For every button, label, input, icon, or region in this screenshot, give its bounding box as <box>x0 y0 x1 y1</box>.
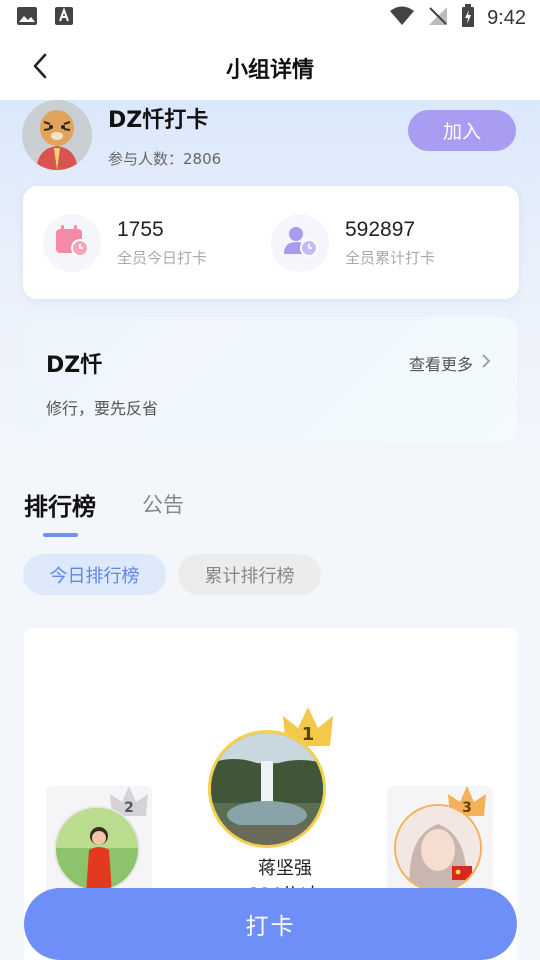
member-count: 参与人数：2806 <box>108 150 222 168</box>
chevron-right-icon <box>481 353 491 373</box>
font-icon <box>54 6 74 30</box>
checkin-button[interactable]: 打卡 <box>24 888 517 960</box>
stat-today: 1755 全员今日打卡 <box>43 214 207 272</box>
group-avatar <box>22 100 92 170</box>
wifi-icon <box>389 6 415 30</box>
status-bar: 9:42 <box>0 0 540 36</box>
stat-today-label: 全员今日打卡 <box>117 249 208 267</box>
calendar-clock-icon <box>54 224 90 262</box>
stat-total: 592897 全员累计打卡 <box>271 214 435 272</box>
filter-total-ranking[interactable]: 累计排行榜 <box>178 554 321 595</box>
group-name: DZ忏打卡 <box>108 108 209 133</box>
see-more-label: 查看更多 <box>408 355 473 374</box>
stats-card: 1755 全员今日打卡 592897 全员累计打卡 <box>23 186 519 299</box>
stat-total-value: 592897 <box>345 218 416 241</box>
stat-today-value: 1755 <box>117 218 164 241</box>
users-clock-icon <box>282 224 318 262</box>
back-button[interactable] <box>24 52 56 84</box>
tab-notice[interactable]: 公告 <box>142 489 184 519</box>
intro-title: DZ忏 <box>46 353 103 378</box>
join-button[interactable]: 加入 <box>408 110 516 151</box>
first-place-name: 蒋坚强 <box>258 858 312 879</box>
tab-ranking[interactable]: 排行榜 <box>24 487 96 522</box>
page-title: 小组详情 <box>225 58 314 83</box>
app-header: 小组详情 <box>0 36 540 100</box>
first-place-avatar[interactable] <box>208 730 326 848</box>
tab-indicator <box>43 533 78 537</box>
rank-second-number: 2 <box>124 800 134 816</box>
battery-charging-icon <box>461 4 475 32</box>
third-place-avatar[interactable] <box>394 804 482 892</box>
chevron-left-icon <box>31 52 49 84</box>
status-time: 9:42 <box>487 6 526 29</box>
see-more-link[interactable]: 查看更多 <box>409 351 491 375</box>
group-intro-card: DZ忏 查看更多 修行，要先反省 <box>23 317 517 442</box>
intro-description: 修行，要先反省 <box>46 399 159 418</box>
filter-today-ranking[interactable]: 今日排行榜 <box>23 554 166 595</box>
second-place-avatar[interactable] <box>54 806 140 892</box>
stat-total-label: 全员累计打卡 <box>345 249 436 267</box>
image-icon <box>16 6 38 30</box>
no-signal-icon <box>427 5 449 31</box>
